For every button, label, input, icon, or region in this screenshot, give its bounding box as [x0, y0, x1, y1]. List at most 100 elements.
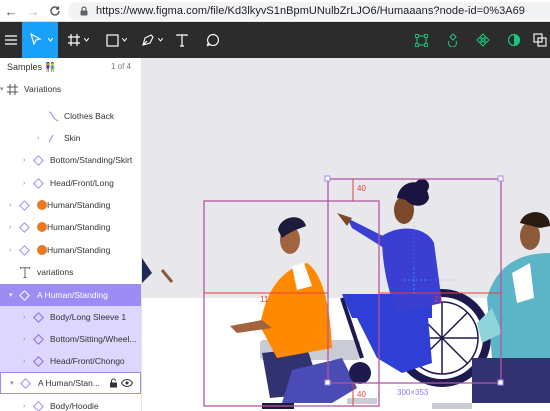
layer-label: variations — [37, 267, 74, 278]
resize-handle[interactable] — [324, 175, 331, 182]
layer-label: Bottom/Sitting/Wheel... — [50, 334, 137, 345]
layer-row-a-human-standing-hovered[interactable]: ▾ A Human/Stan... — [0, 372, 141, 395]
instance-icon — [32, 333, 44, 345]
layer-row-body-long-sleeve[interactable]: › Body/Long Sleeve 1 — [0, 306, 141, 329]
layer-row-bottom-sitting-wheelchair[interactable]: › Bottom/Sitting/Wheel... — [0, 328, 141, 351]
create-component-button[interactable] — [408, 22, 434, 58]
expand-chevron-icon[interactable]: › — [23, 336, 25, 343]
expand-chevron-icon[interactable]: › — [23, 358, 25, 365]
frame-icon — [6, 83, 18, 95]
collapse-chevron-icon[interactable]: ▾ — [0, 85, 4, 93]
instance-icon — [18, 199, 30, 211]
layer-row-clothes-back[interactable]: Clothes Back — [0, 105, 141, 127]
layer-row-body-hoodie[interactable]: › Body/Hoodie — [0, 395, 141, 411]
mask-icon — [507, 33, 521, 47]
pen-tool-button[interactable] — [136, 22, 166, 58]
expand-chevron-icon[interactable]: › — [9, 247, 11, 254]
layer-row-variations-text[interactable]: variations — [0, 261, 141, 283]
layer-row-bottom-standing-skirt[interactable]: › Bottom/Standing/Skirt — [0, 149, 141, 171]
layer-label: Human/Standing — [47, 222, 111, 233]
layer-label: Human/Standing — [47, 200, 111, 211]
layer-label: Body/Hoodie — [50, 401, 99, 411]
expand-chevron-icon[interactable]: › — [23, 180, 25, 187]
layer-row-human-standing[interactable]: › Human/Standing — [0, 216, 141, 238]
measure-bottom-label: 40 — [357, 390, 366, 399]
text-tool-button[interactable] — [170, 22, 194, 58]
expand-chevron-icon[interactable]: › — [23, 403, 25, 410]
lock-icon[interactable] — [107, 377, 119, 389]
component-frame-icon — [414, 33, 428, 47]
move-tool-button[interactable] — [22, 22, 58, 58]
main-menu-icon[interactable] — [0, 22, 22, 58]
instance-icon — [32, 355, 44, 367]
rectangle-icon — [105, 33, 119, 47]
instance-icon — [18, 289, 30, 301]
layer-label: Variations — [24, 84, 62, 95]
instance-icon — [18, 221, 30, 233]
layer-row-human-standing[interactable]: › Human/Standing — [0, 239, 141, 261]
layer-label: A Human/Stan... — [38, 378, 100, 389]
comment-tool-button[interactable] — [200, 22, 226, 58]
back-arrow-icon[interactable]: ← — [2, 0, 20, 22]
expand-chevron-icon[interactable]: › — [9, 202, 11, 209]
frame-tool-button[interactable] — [62, 22, 92, 58]
measure-right-label: 21 — [434, 295, 443, 304]
component-set-button[interactable] — [470, 22, 496, 58]
measure-left-label: 11 — [260, 295, 269, 304]
measure-top-label: 40 — [357, 184, 366, 193]
selection-dimensions-label: 300×353 — [397, 388, 429, 397]
instance-icon — [18, 244, 30, 256]
boolean-icon — [533, 33, 547, 47]
reset-icon — [447, 33, 458, 47]
page-name: Samples 👫 — [7, 62, 56, 72]
canvas-artwork — [142, 58, 550, 411]
collapse-chevron-icon[interactable]: ▾ — [9, 291, 13, 299]
resize-handle[interactable] — [324, 379, 331, 386]
figma-toolbar — [0, 22, 550, 58]
design-canvas[interactable]: 40 40 11 21 300×353 — [142, 58, 550, 411]
comment-icon — [206, 33, 220, 47]
resize-handle[interactable] — [497, 379, 504, 386]
layers-panel: Samples 👫 1 of 4 ▾ Variations Clothes Ba… — [0, 58, 142, 411]
instance-icon — [19, 377, 31, 389]
layer-label: Skin — [64, 133, 81, 144]
url-text: https://www.figma.com/file/Kd3lkyvS1nBpm… — [96, 5, 525, 17]
expand-chevron-icon[interactable]: › — [23, 314, 25, 321]
instance-icon — [32, 311, 44, 323]
layer-row-head-front-chongo[interactable]: › Head/Front/Chongo — [0, 350, 141, 373]
collapse-chevron-icon[interactable]: ▾ — [10, 379, 14, 387]
components-icon — [476, 33, 490, 47]
layer-label: Head/Front/Long — [50, 178, 114, 189]
instance-icon — [32, 154, 44, 166]
instance-icon — [32, 177, 44, 189]
vector-icon — [47, 110, 59, 122]
expand-chevron-icon[interactable]: › — [37, 135, 39, 142]
expand-chevron-icon[interactable]: › — [9, 224, 11, 231]
boolean-ops-button[interactable] — [530, 22, 550, 58]
layer-row-a-human-standing-selected[interactable]: ▾ A Human/Standing — [0, 284, 141, 307]
layer-label: Clothes Back — [64, 111, 115, 122]
lock-icon — [80, 6, 88, 16]
page-selector[interactable]: Samples 👫 1 of 4 — [0, 58, 141, 76]
layer-row-skin[interactable]: › Skin — [0, 127, 141, 149]
page-count: 1 of 4 — [110, 62, 131, 71]
layer-label: A Human/Standing — [37, 290, 108, 301]
expand-chevron-icon[interactable]: › — [23, 157, 25, 164]
frame-icon — [68, 34, 80, 46]
forward-arrow-icon[interactable]: → — [24, 0, 42, 22]
shape-tool-button[interactable] — [100, 22, 130, 58]
canvas-background — [142, 58, 550, 298]
layer-row-head-front-long[interactable]: › Head/Front/Long — [0, 172, 141, 194]
mask-button[interactable] — [502, 22, 526, 58]
resize-handle[interactable] — [497, 175, 504, 182]
reload-icon[interactable] — [46, 0, 64, 22]
reset-instance-button[interactable] — [440, 22, 466, 58]
text-layer-icon — [19, 266, 31, 278]
layer-label: Head/Front/Chongo — [50, 356, 125, 367]
visibility-eye-icon[interactable] — [121, 377, 133, 389]
layer-row-variations[interactable]: ▾ Variations — [0, 78, 141, 100]
vector-icon — [45, 132, 57, 144]
layer-label: Bottom/Standing/Skirt — [50, 155, 133, 166]
address-bar[interactable]: https://www.figma.com/file/Kd3lkyvS1nBpm… — [68, 2, 550, 20]
layer-row-human-standing[interactable]: › Human/Standing — [0, 194, 141, 216]
